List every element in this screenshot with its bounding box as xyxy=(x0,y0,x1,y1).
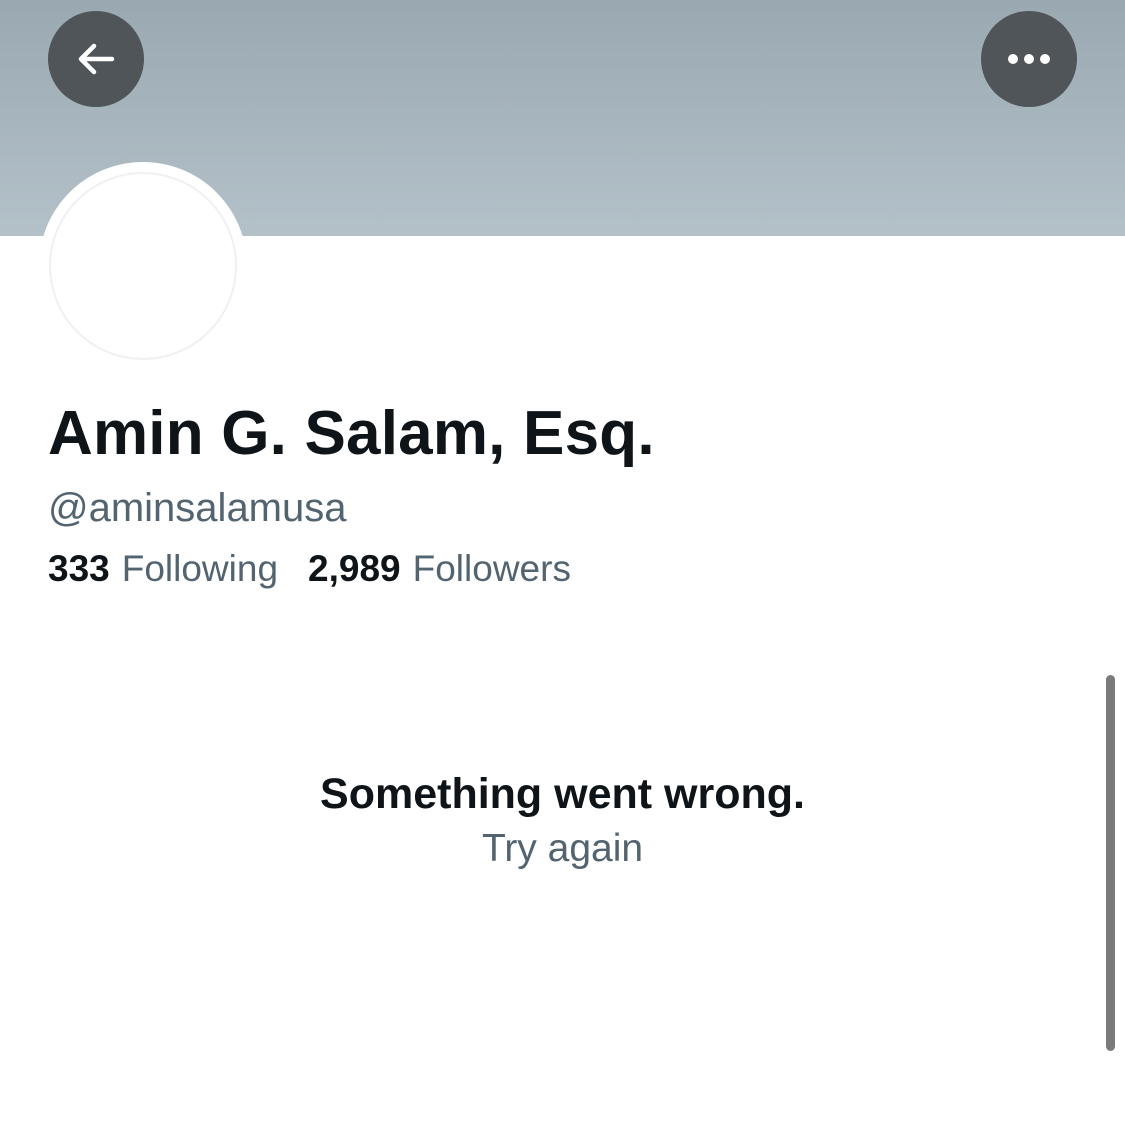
back-button[interactable] xyxy=(48,11,144,107)
following-count: 333 xyxy=(48,548,110,589)
following-label: Following xyxy=(121,548,279,589)
followers-link[interactable]: 2,989 Followers xyxy=(308,548,571,590)
display-name: Amin G. Salam, Esq. xyxy=(48,399,655,468)
more-options-button[interactable] xyxy=(981,11,1077,107)
profile-page: Amin G. Salam, Esq. @aminsalamusa 333 Fol… xyxy=(0,0,1125,1125)
avatar[interactable] xyxy=(49,172,237,360)
user-handle: @aminsalamusa xyxy=(48,486,347,530)
try-again-button[interactable]: Try again xyxy=(482,827,643,871)
error-title: Something went wrong. xyxy=(320,770,805,818)
error-message: Something went wrong. Try again xyxy=(0,770,1125,871)
follow-stats: 333 Following 2,989 Followers xyxy=(48,548,571,590)
followers-count: 2,989 xyxy=(308,548,401,589)
more-horizontal-icon xyxy=(1008,54,1050,64)
followers-label: Followers xyxy=(412,548,571,589)
scrollbar[interactable] xyxy=(1106,675,1115,1051)
following-link[interactable]: 333 Following xyxy=(48,548,278,590)
arrow-left-icon xyxy=(78,43,115,75)
